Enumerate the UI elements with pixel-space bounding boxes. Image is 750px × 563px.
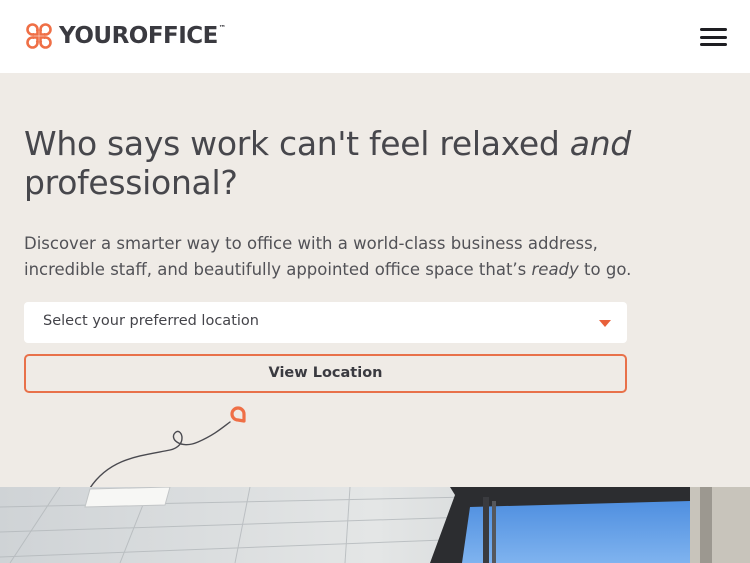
hero-title-part2: professional?	[24, 163, 238, 202]
hero-description: Discover a smarter way to office with a …	[24, 231, 644, 283]
hero-desc-emphasis: ready	[531, 260, 579, 279]
hero-title-part1: Who says work can't feel relaxed	[24, 124, 570, 163]
hero-desc-part1: Discover a smarter way to office with a …	[24, 234, 598, 279]
logo[interactable]: YOUROFFICE™	[25, 22, 226, 50]
hero-title-emphasis: and	[569, 124, 631, 163]
logo-wordmark: YOUROFFICE	[59, 23, 218, 49]
logo-text: YOUROFFICE™	[59, 22, 226, 50]
logo-trademark: ™	[218, 24, 226, 32]
hamburger-menu-icon-bar	[700, 28, 727, 31]
hamburger-menu-icon-bar	[700, 43, 727, 46]
office-interior-photo	[0, 487, 750, 563]
view-location-button[interactable]: View Location	[24, 354, 627, 393]
chevron-down-icon	[599, 320, 611, 327]
hamburger-menu-button[interactable]	[700, 26, 728, 48]
hamburger-menu-icon-bar	[700, 35, 727, 39]
logo-icon	[26, 23, 52, 49]
hero-title: Who says work can't feel relaxed and prof…	[24, 124, 664, 202]
location-select-placeholder: Select your preferred location	[43, 313, 259, 329]
location-pin-doodle-icon	[89, 406, 246, 489]
site-header: YOUROFFICE™	[0, 0, 750, 73]
location-select[interactable]: Select your preferred location	[24, 302, 627, 343]
hero-desc-part2: to go.	[578, 260, 632, 279]
